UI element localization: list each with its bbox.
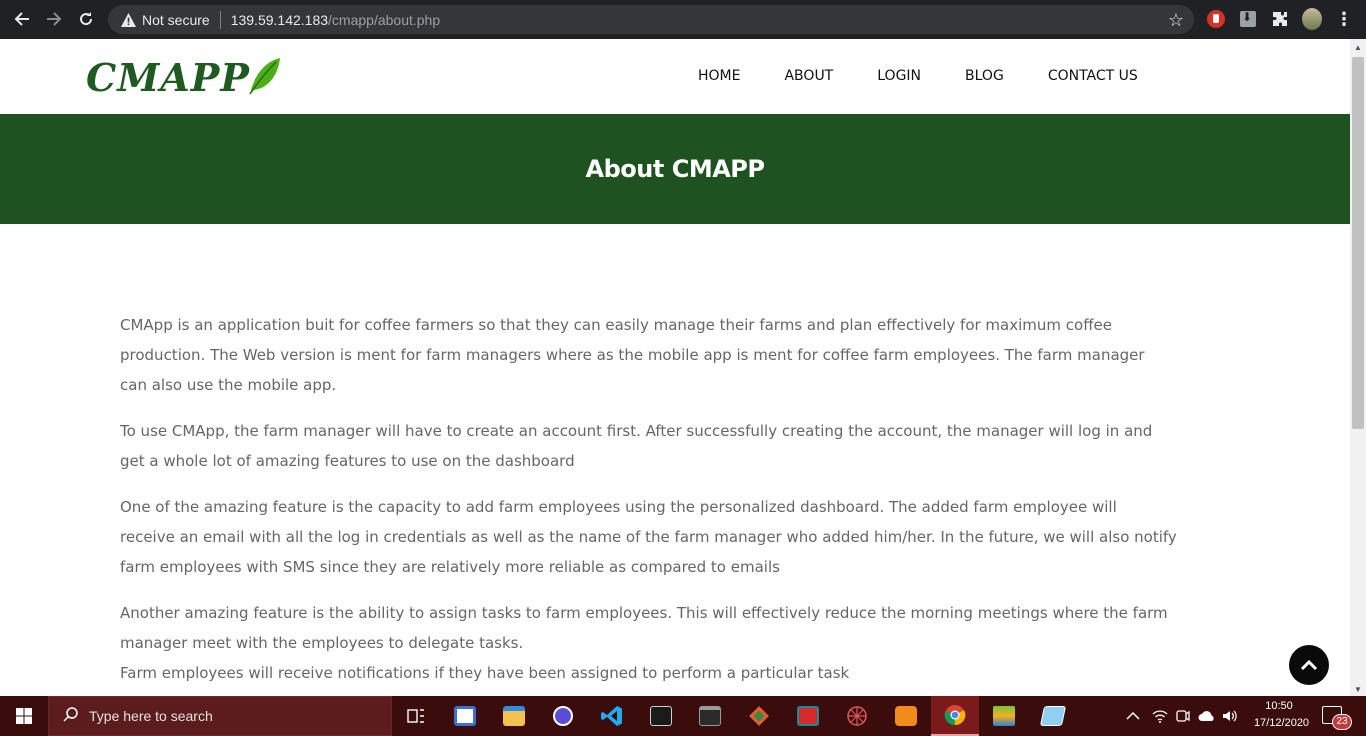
page-scrollbar[interactable]: ▲ ▼ [1350,39,1366,696]
bookmark-star-icon[interactable]: ☆ [1168,10,1184,31]
paragraph-usage: To use CMApp, the farm manager will have… [120,416,1230,476]
meet-now-icon[interactable] [1176,696,1190,736]
security-status[interactable]: Not secure [142,12,210,28]
taskbar-search-box[interactable]: Type here to search [48,696,392,736]
adblock-extension-icon[interactable] [1206,9,1226,29]
terminal-icon[interactable] [637,696,685,736]
show-hidden-icons-chevron-icon[interactable] [1126,696,1140,736]
back-to-top-button[interactable] [1289,645,1329,685]
text-line: can also use the mobile app. [120,376,337,394]
chevron-up-icon [1300,659,1318,671]
text-line: farm employees with SMS since they are r… [120,558,780,576]
wifi-icon[interactable] [1152,696,1168,736]
text-line: receive an email with all the log in cre… [120,528,1177,546]
omnibox-divider [219,10,221,29]
nav-about[interactable]: ABOUT [784,68,833,84]
text-line: Farm employees will receive notification… [120,664,850,682]
clock-date: 17/12/2020 [1254,717,1310,729]
spider-app-icon[interactable] [833,696,881,736]
text-line: One of the amazing feature is the capaci… [120,498,1117,516]
text-line: CMApp is an application buit for coffee … [120,316,1112,334]
task-view-icon[interactable] [392,696,440,736]
bluestacks-icon[interactable] [980,696,1028,736]
address-bar[interactable]: Not secure 139.59.142.183/cmapp/about.ph… [108,5,1194,34]
arduino-icon[interactable] [784,696,832,736]
back-arrow-icon[interactable] [11,8,33,30]
leaf-icon [249,57,280,94]
text-line: production. The Web version is ment for … [120,346,1145,364]
file-explorer-icon[interactable] [490,696,538,736]
kebab-menu-icon[interactable]: ⋮ [1334,9,1354,29]
url-path[interactable]: /cmapp/about.php [328,12,440,28]
url-host[interactable]: 139.59.142.183 [231,12,328,28]
about-content: CMApp is an application buit for coffee … [120,310,1230,696]
download-extension-icon[interactable] [1238,9,1258,29]
volume-icon[interactable] [1222,696,1238,736]
chrome-icon[interactable] [931,696,979,736]
scrollbar-thumb[interactable] [1352,57,1364,429]
console-window-icon[interactable] [686,696,734,736]
extensions-puzzle-icon[interactable] [1270,9,1290,29]
screen-recorder-icon[interactable] [539,696,587,736]
notification-count-badge: 23 [1332,714,1352,730]
text-line: get a whole lot of amazing features to u… [120,452,575,470]
windows-start-icon[interactable] [0,696,48,736]
main-navigation: HOME ABOUT LOGIN BLOG CONTACT US [698,68,1182,84]
nav-home[interactable]: HOME [698,68,740,84]
text-line: To use CMApp, the farm manager will have… [120,422,1153,440]
onedrive-cloud-icon[interactable] [1198,696,1216,736]
notepad-icon[interactable] [1029,696,1077,736]
window-manager-app-icon[interactable] [441,696,489,736]
site-header: CMAPP HOME ABOUT LOGIN BLOG CONTACT US [0,39,1350,114]
system-clock[interactable]: 10:50 17/12/2020 [1254,698,1310,732]
nav-blog[interactable]: BLOG [965,68,1004,84]
warning-icon [120,12,136,28]
git-icon[interactable] [735,696,783,736]
profile-avatar[interactable] [1302,8,1322,30]
paragraph-intro: CMApp is an application buit for coffee … [120,310,1230,400]
nav-login[interactable]: LOGIN [877,68,921,84]
logo-text: CMAPP [86,55,250,100]
nav-contact-us[interactable]: CONTACT US [1048,68,1138,84]
scroll-up-arrow-icon[interactable]: ▲ [1354,43,1362,52]
sublime-text-icon[interactable] [882,696,930,736]
text-line: manager meet with the employees to deleg… [120,634,524,652]
forward-arrow-icon[interactable] [43,8,65,30]
cmapp-logo[interactable]: CMAPP [86,55,282,100]
windows-taskbar: Type here to search 10:50 17/12/2020 23 [0,696,1366,736]
reload-icon[interactable] [75,8,97,30]
web-page: CMAPP HOME ABOUT LOGIN BLOG CONTACT US A… [0,39,1350,696]
search-placeholder: Type here to search [89,708,213,724]
search-icon [63,706,79,727]
scroll-down-arrow-icon[interactable]: ▼ [1354,685,1362,694]
paragraph-employees: One of the amazing feature is the capaci… [120,492,1230,582]
clock-time: 10:50 [1265,700,1293,712]
text-line: Another amazing feature is the ability t… [120,604,1168,622]
hero-banner: About CMAPP [0,114,1350,224]
browser-toolbar: Not secure 139.59.142.183/cmapp/about.ph… [0,0,1366,39]
page-title: About CMAPP [585,155,765,183]
vscode-icon[interactable] [588,696,636,736]
paragraph-tasks: Another amazing feature is the ability t… [120,598,1230,688]
notifications-icon[interactable]: 23 [1322,704,1352,730]
